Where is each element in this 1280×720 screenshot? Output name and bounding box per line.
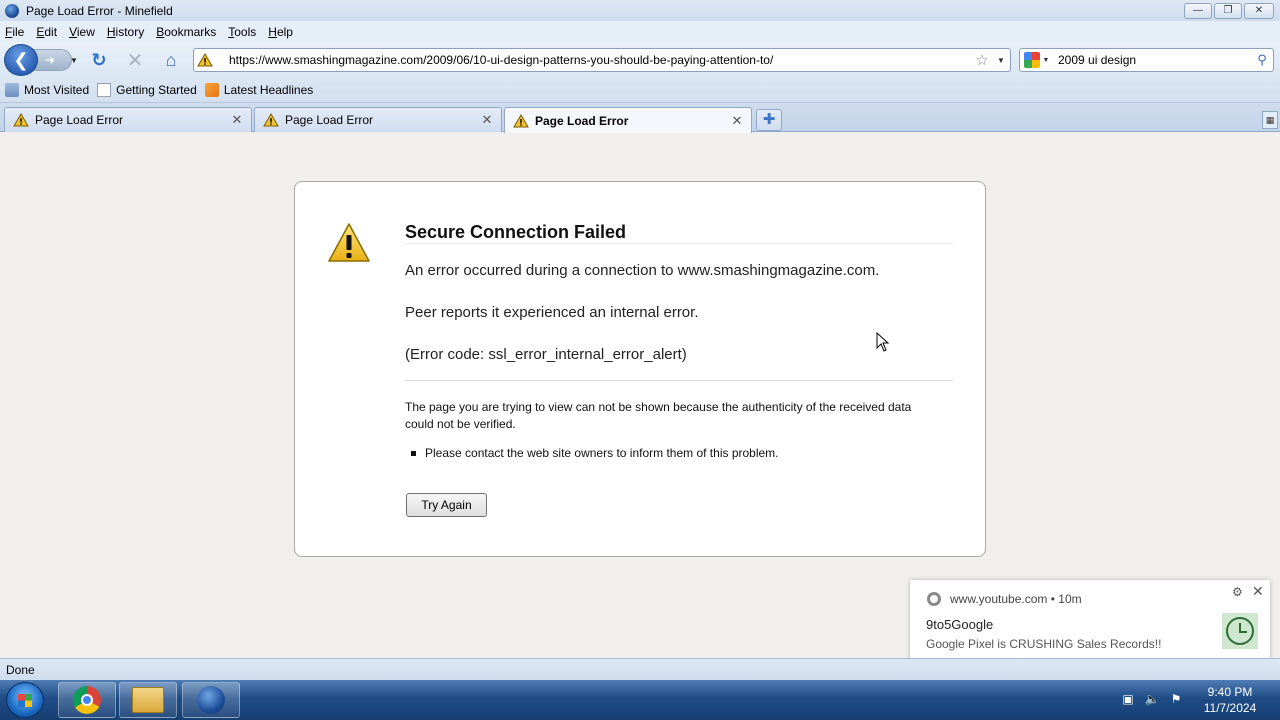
tab-label: Page Load Error (35, 113, 124, 127)
tab-page-load-error-1[interactable]: Page Load Error ✕ (4, 107, 252, 132)
error-detail: The page you are trying to view can not … (405, 400, 912, 431)
bookmark-label: Most Visited (24, 83, 90, 97)
back-forward-group: ➜ ❮ ▼ (4, 44, 82, 76)
taskbar-explorer[interactable] (119, 682, 177, 718)
network-icon[interactable]: ▣ (1120, 692, 1136, 708)
tab-label: Page Load Error (285, 113, 374, 127)
minimize-button[interactable]: — (1184, 3, 1212, 19)
tab-warning-icon (13, 113, 31, 127)
folder-icon (132, 687, 164, 713)
bookmark-latest-headlines[interactable]: Latest Headlines (204, 83, 314, 97)
bookmarks-toolbar: Most Visited Getting Started Latest Head… (0, 78, 1280, 103)
back-button[interactable]: ❮ (4, 44, 38, 76)
clock-time: 9:40 PM (1207, 685, 1253, 699)
navigation-toolbar: ➜ ❮ ▼ ↻ ✕ ⌂ https://www.smashingmagazine… (0, 42, 1280, 78)
window-title: Page Load Error - Minefield (26, 3, 173, 18)
home-icon[interactable]: ⌂ (161, 50, 181, 70)
chrome-icon (73, 686, 101, 714)
minefield-app-icon (5, 3, 19, 18)
clock-date: 11/7/2024 (1203, 701, 1257, 715)
tab-warning-icon (263, 113, 281, 127)
new-tab-button[interactable]: ✚ (756, 109, 782, 131)
warning-icon (328, 223, 370, 262)
notification-close-icon[interactable]: ✕ (1252, 583, 1264, 600)
volume-muted-icon[interactable]: 🔈 (1144, 692, 1160, 708)
error-title: Secure Connection Failed (405, 222, 627, 242)
taskbar-clock[interactable]: 9:40 PM 11/7/2024 (1198, 684, 1262, 716)
start-button[interactable] (6, 682, 44, 718)
bookmark-label: Getting Started (116, 83, 197, 97)
title-divider (405, 243, 953, 244)
windows-taskbar: ▣ 🔈 ⚑ 9:40 PM 11/7/2024 (0, 680, 1280, 720)
notification-source: www.youtube.com • 10m (950, 592, 1082, 606)
error-code: (Error code: ssl_error_internal_error_al… (405, 346, 687, 363)
chrome-source-icon (927, 592, 941, 606)
forward-button[interactable]: ➜ (34, 49, 72, 71)
menu-bar: File Edit View History Bookmarks Tools H… (0, 21, 1280, 42)
url-text[interactable]: https://www.smashingmagazine.com/2009/06… (229, 53, 972, 67)
maximize-button[interactable]: ❐ (1214, 3, 1242, 19)
bookmark-most-visited[interactable]: Most Visited (5, 83, 89, 97)
clock-icon (1226, 617, 1254, 645)
minefield-icon (197, 686, 225, 714)
tab-strip: Page Load Error ✕ Page Load Error ✕ Page… (0, 103, 1280, 133)
tab-label: Page Load Error (535, 113, 629, 128)
action-center-flag-icon[interactable]: ⚑ (1168, 692, 1184, 708)
rss-icon (204, 83, 219, 97)
page-icon (97, 83, 112, 97)
url-dropdown-icon[interactable]: ▼ (992, 56, 1010, 65)
window-controls: — ❐ ✕ (1184, 3, 1274, 19)
status-bar: Done (0, 658, 1280, 680)
windows-logo-icon (18, 694, 32, 707)
status-text: Done (6, 662, 35, 677)
search-icon[interactable]: ⚲ (1251, 52, 1273, 68)
site-warning-icon[interactable] (194, 53, 216, 67)
tab-close-icon[interactable]: ✕ (229, 112, 245, 128)
list-all-tabs-icon[interactable]: ▦ (1262, 111, 1278, 129)
notification-title: 9to5Google (926, 617, 994, 632)
tab-close-icon[interactable]: ✕ (729, 113, 745, 129)
close-window-button[interactable]: ✕ (1244, 3, 1274, 19)
mouse-cursor-icon (876, 332, 890, 352)
error-suggestion: Please contact the web site owners to in… (411, 446, 779, 460)
history-dropdown-icon[interactable]: ▼ (70, 56, 78, 65)
tab-close-icon[interactable]: ✕ (479, 112, 495, 128)
tab-warning-icon (513, 113, 531, 128)
clock-badge (1222, 613, 1258, 649)
taskbar-chrome[interactable] (58, 682, 116, 718)
stop-icon[interactable]: ✕ (125, 50, 145, 72)
suggestion-text: Please contact the web site owners to in… (425, 446, 779, 460)
menu-edit[interactable]: Edit (36, 25, 57, 39)
menu-view[interactable]: View (69, 25, 95, 39)
notification-popup[interactable]: www.youtube.com • 10m ⚙ ✕ 9to5Google Goo… (910, 580, 1270, 668)
notification-body: Google Pixel is CRUSHING Sales Records!! (926, 637, 1162, 651)
google-engine-icon[interactable] (1024, 52, 1040, 68)
most-visited-icon (5, 83, 19, 97)
settings-gear-icon[interactable]: ⚙ (1232, 585, 1243, 599)
error-peer-message: Peer reports it experienced an internal … (405, 304, 699, 321)
tab-page-load-error-2[interactable]: Page Load Error ✕ (254, 107, 502, 132)
url-bar[interactable]: https://www.smashingmagazine.com/2009/06… (193, 48, 1011, 72)
menu-help[interactable]: Help (268, 25, 293, 39)
search-bar[interactable]: ▼ 2009 ui design ⚲ (1019, 48, 1274, 72)
menu-history[interactable]: History (107, 25, 144, 39)
engine-dropdown-icon[interactable]: ▼ (1040, 57, 1052, 64)
error-panel: Secure Connection Failed An error occurr… (294, 181, 986, 557)
bookmark-star-icon[interactable]: ☆ (972, 51, 992, 69)
reload-icon[interactable]: ↻ (89, 50, 109, 70)
bullet-icon (411, 450, 416, 456)
system-tray: ▣ 🔈 ⚑ (1120, 680, 1184, 720)
menu-file[interactable]: File (5, 25, 24, 39)
section-divider (405, 380, 953, 381)
bookmark-label: Latest Headlines (223, 83, 314, 97)
bookmark-getting-started[interactable]: Getting Started (97, 83, 197, 97)
search-input[interactable]: 2009 ui design (1058, 53, 1251, 67)
error-message: An error occurred during a connection to… (405, 262, 880, 279)
menu-tools[interactable]: Tools (228, 25, 256, 39)
taskbar-minefield[interactable] (182, 682, 240, 718)
tab-page-load-error-3[interactable]: Page Load Error ✕ (504, 107, 752, 133)
menu-bookmarks[interactable]: Bookmarks (156, 25, 216, 39)
title-bar: Page Load Error - Minefield — ❐ ✕ (0, 0, 1280, 21)
try-again-button[interactable]: Try Again (406, 493, 487, 517)
